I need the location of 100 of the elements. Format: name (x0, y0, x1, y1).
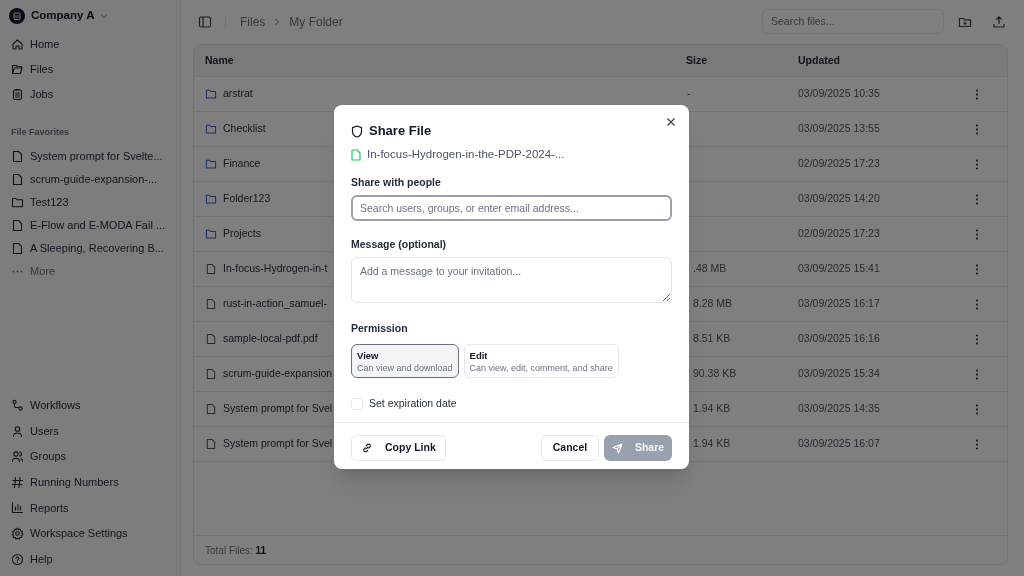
file-name: In-focus-Hydrogen-in-the-PDP-2024-... (367, 147, 565, 163)
table-cell: 1.94 KB (693, 437, 731, 450)
table-cell: 03/09/2025 15:41 (798, 262, 880, 275)
table-cell: 02/09/2025 17:23 (798, 157, 880, 170)
file-name: Projects (223, 226, 261, 242)
chevron-right-icon (274, 17, 281, 26)
breadcrumb-link[interactable]: My Folder (289, 12, 343, 31)
copy-link-button[interactable]: Copy Link (351, 435, 446, 462)
more-vertical-icon[interactable] (974, 193, 979, 205)
table-cell: 03/09/2025 16:07 (798, 437, 880, 450)
breadcrumb-link[interactable]: Files (240, 12, 266, 31)
file-icon (205, 368, 217, 380)
users-icon (11, 450, 24, 464)
send-icon (611, 442, 623, 454)
close-icon[interactable] (666, 117, 676, 127)
file-name: sample-local-pdf.pdf (223, 331, 318, 347)
more-vertical-icon[interactable] (974, 333, 979, 345)
total-files-count: Total Files: 11 (205, 543, 267, 558)
folder-icon (11, 195, 24, 209)
file-name: System prompt for Svel (223, 401, 333, 417)
hash-icon (11, 475, 24, 489)
nav-item[interactable]: Users (8, 420, 172, 443)
sidebar-toggle-icon[interactable] (198, 14, 212, 29)
help-icon (11, 552, 24, 566)
file-name: arstrat (223, 86, 253, 102)
file-name: Checklist (223, 121, 266, 137)
workspace-switcher[interactable]: Company A (8, 7, 172, 25)
file-icon (351, 149, 361, 161)
share-search-field[interactable]: Search users, groups, or enter email address... (351, 194, 672, 221)
favorite-item[interactable]: System prompt for Svelte... (8, 145, 172, 167)
option-title: View (357, 348, 380, 362)
file-name: scrum-guide-expansion (223, 366, 333, 382)
field-label: Permission (351, 320, 409, 336)
nav-item[interactable]: Help (8, 548, 172, 570)
table-cell: 90.38 KB (693, 367, 737, 380)
dialog-title: Share File (369, 122, 432, 141)
column-header: Size (686, 52, 708, 68)
permission-option[interactable]: View Can view and download (351, 344, 459, 379)
home-icon (11, 37, 24, 51)
table-cell: .48 MB (693, 262, 727, 275)
table-cell: 03/09/2025 14:20 (798, 192, 880, 205)
nav-item[interactable]: Files (8, 58, 172, 80)
file-icon (11, 241, 24, 255)
clipboard-icon (11, 87, 24, 101)
favorite-item[interactable]: scrum-guide-expansion-... (8, 168, 172, 190)
favorite-item[interactable]: E-Flow and E-MODA Fail ... (8, 214, 172, 236)
file-name: System prompt for Svel (223, 436, 333, 452)
table-cell: 8.51 KB (693, 332, 731, 345)
more-vertical-icon[interactable] (974, 228, 979, 240)
nav-item[interactable]: Jobs (8, 83, 172, 105)
file-icon (11, 172, 24, 186)
table-cell: - (687, 87, 691, 100)
table-cell: 03/09/2025 13:55 (798, 122, 880, 135)
upload-icon[interactable] (992, 14, 1006, 29)
checkbox[interactable] (351, 397, 363, 410)
column-header: Name (204, 52, 235, 68)
more-vertical-icon[interactable] (974, 368, 979, 380)
folder-icon (205, 158, 217, 170)
nav-item[interactable]: Workspace Settings (8, 522, 172, 545)
more-link[interactable]: More (8, 260, 172, 282)
table-cell: 1.94 KB (693, 402, 731, 415)
field-label: Share with people (351, 175, 442, 190)
folder-icon (205, 123, 217, 135)
favorite-item[interactable]: A Sleeping, Recovering B... (8, 237, 172, 259)
message-field[interactable]: Add a message to your invitation... (351, 256, 672, 303)
table-cell: 03/09/2025 16:16 (798, 332, 880, 345)
nav-item[interactable]: Home (8, 33, 172, 55)
field-label: Message (optional) (351, 236, 448, 252)
nav-item[interactable]: Reports (8, 496, 172, 519)
nav-item[interactable]: Groups (8, 445, 172, 468)
more-vertical-icon[interactable] (974, 403, 979, 415)
link-icon (361, 442, 373, 455)
search-field[interactable]: Search files... (762, 9, 944, 34)
column-header: Updated (798, 52, 841, 68)
more-vertical-icon[interactable] (974, 158, 979, 170)
option-description: Can view and download (357, 361, 453, 374)
chevron-down-icon (100, 13, 109, 19)
file-icon (205, 263, 217, 275)
shield-icon (351, 124, 363, 138)
nav-item[interactable]: Running Numbers (8, 471, 172, 494)
more-vertical-icon[interactable] (974, 123, 979, 135)
workspace-name: Company A (31, 8, 95, 24)
file-icon (11, 149, 24, 163)
file-icon (205, 403, 217, 415)
checkbox-label: Set expiration date (369, 395, 457, 411)
table-cell: 03/09/2025 15:34 (798, 367, 880, 380)
table-cell: 03/09/2025 14:35 (798, 402, 880, 415)
cancel-button[interactable]: Cancel (541, 435, 599, 462)
more-vertical-icon[interactable] (974, 298, 979, 310)
more-vertical-icon[interactable] (974, 88, 979, 100)
more-vertical-icon[interactable] (974, 438, 979, 450)
nav-item[interactable]: Workflows (8, 394, 172, 417)
bar-chart-icon (11, 501, 24, 515)
more-vertical-icon[interactable] (974, 263, 979, 275)
permission-option[interactable]: Edit Can view, edit, comment, and share (463, 344, 619, 379)
file-icon (205, 333, 217, 345)
option-description: Can view, edit, comment, and share (469, 361, 613, 374)
section-heading: File Favorites (10, 126, 71, 139)
favorite-item[interactable]: Test123 (8, 191, 172, 213)
folder-open-icon (11, 62, 24, 76)
